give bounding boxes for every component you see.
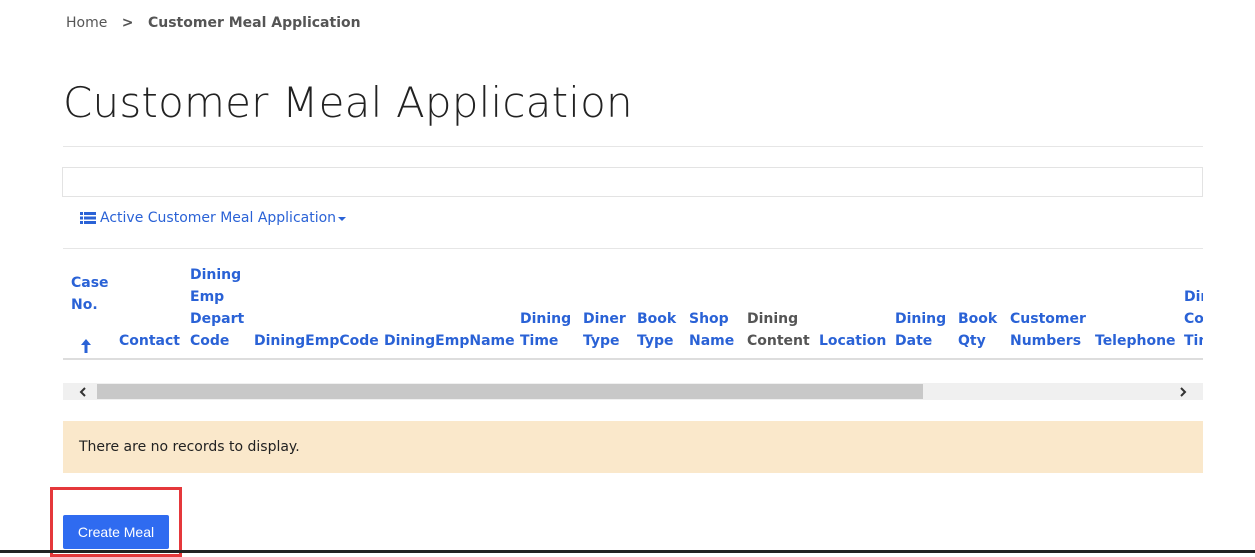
scroll-left-icon[interactable] [73,383,93,400]
empty-state-message: There are no records to display. [63,421,1203,473]
column-header-dining-emp-code[interactable]: DiningEmpCode [254,330,384,358]
breadcrumb-separator: > [121,15,134,31]
column-header-telephone[interactable]: Telephone [1095,330,1184,358]
column-header-book-qty[interactable]: Book Qty [958,308,1010,358]
column-header-dining-emp-name[interactable]: DiningEmpName [384,330,520,358]
empty-state-text: There are no records to display. [79,439,300,455]
column-header-contact[interactable]: Contact [119,330,190,358]
grid-toolbar [62,167,1203,197]
create-meal-button[interactable]: Create Meal [63,515,169,549]
column-header-case-no[interactable]: Case No. [63,260,119,358]
column-header-dining-date[interactable]: Dining Date [895,308,958,358]
grid-header-row: Case No. Contact Dining Emp Depart Code … [63,260,1203,360]
column-header-dining-content: Dining Content [747,311,810,349]
scrollbar-thumb[interactable] [97,384,923,399]
view-selector-label: Active Customer Meal Application [100,210,337,226]
column-header-book-type[interactable]: Book Type [637,308,689,358]
column-header-dining-emp-depart-code[interactable]: Dining Emp Depart Code [190,264,254,358]
column-header-shop-name[interactable]: Shop Name [689,308,747,358]
sort-ascending-icon [81,316,91,353]
breadcrumb-home-link[interactable]: Home [66,15,107,31]
view-selector[interactable]: Active Customer Meal Application [80,210,347,226]
data-grid: Case No. Contact Dining Emp Depart Code … [63,260,1203,363]
scroll-right-icon[interactable] [1173,383,1193,400]
column-header-location[interactable]: Location [819,330,895,358]
page-title: Customer Meal Application [63,78,633,127]
column-label: Case No. [71,275,109,313]
column-header-diner-type[interactable]: Diner Type [583,308,637,358]
caret-down-icon [338,217,347,221]
title-divider [63,146,1203,147]
breadcrumb: Home > Customer Meal Application [66,15,361,31]
column-header-customer-numbers[interactable]: Customer Numbers [1010,308,1095,358]
column-header-dining-confirm-time[interactable]: Dining Confirm Time [1184,286,1203,358]
list-icon [80,212,96,224]
column-header-dining-time[interactable]: Dining Time [520,308,583,358]
horizontal-scrollbar[interactable] [63,383,1203,400]
toolbar-divider [63,248,1203,249]
breadcrumb-current: Customer Meal Application [147,15,361,31]
